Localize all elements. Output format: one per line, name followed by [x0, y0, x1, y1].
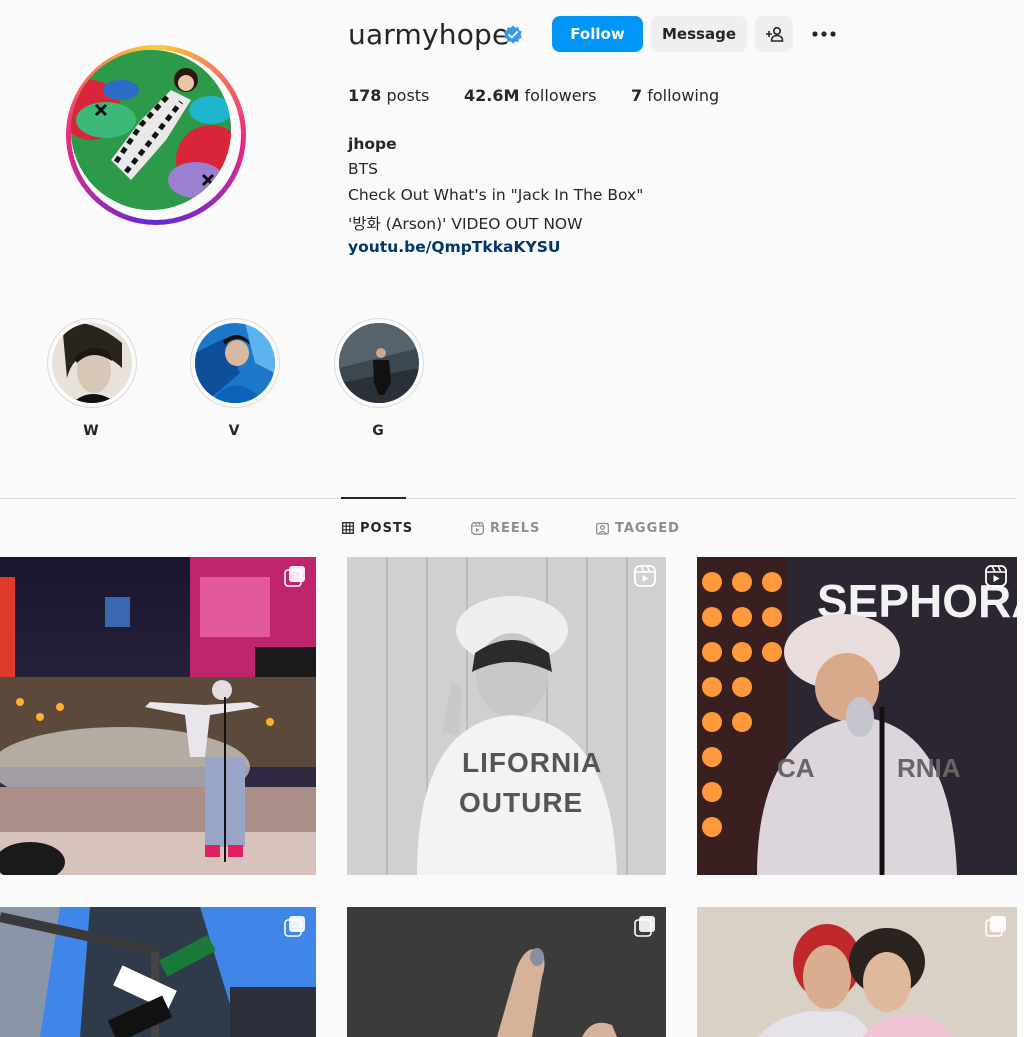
- followers-link[interactable]: 42.6M followers: [464, 86, 596, 105]
- active-tab-indicator: [341, 497, 406, 499]
- tabs-divider: [0, 498, 1017, 499]
- highlight-g[interactable]: [334, 318, 424, 408]
- tagged-icon: [596, 522, 609, 535]
- svg-text:RNIA: RNIA: [897, 753, 961, 783]
- posts-count: 178 posts: [348, 86, 430, 105]
- following-link[interactable]: 7 following: [631, 86, 719, 105]
- reels-icon: [471, 521, 484, 535]
- follow-button[interactable]: Follow: [552, 16, 643, 52]
- post-thumbnail[interactable]: [697, 907, 1017, 1037]
- add-person-icon: [766, 26, 784, 42]
- profile-avatar[interactable]: [66, 45, 246, 225]
- highlight-label: V: [228, 423, 240, 439]
- message-button[interactable]: Message: [651, 16, 747, 52]
- bio-line: Check Out What's in "Jack In The Box": [348, 186, 644, 204]
- bio-line: '방화 (Arson)' VIDEO OUT NOW: [348, 215, 583, 233]
- highlight-v[interactable]: [190, 318, 280, 408]
- bio-link[interactable]: youtu.be/QmpTkkaKYSU: [348, 238, 560, 256]
- carousel-icon: [634, 916, 655, 937]
- suggested-users-button[interactable]: [755, 16, 793, 52]
- highlight-label: G: [372, 423, 384, 439]
- highlight-w[interactable]: [47, 318, 137, 408]
- post-thumbnail[interactable]: SEPHORA CA RNIA: [697, 557, 1017, 875]
- verified-badge-icon: [504, 25, 522, 44]
- post-thumbnail[interactable]: [0, 907, 316, 1037]
- highlight-label: W: [83, 423, 99, 439]
- more-options-button[interactable]: [803, 16, 845, 52]
- bio-line: BTS: [348, 160, 378, 178]
- reel-icon: [985, 565, 1007, 587]
- post-thumbnail[interactable]: LIFORNIA OUTURE: [347, 557, 666, 875]
- svg-text:LIFORNIA: LIFORNIA: [462, 747, 602, 778]
- reel-icon: [634, 565, 656, 587]
- svg-text:CA: CA: [777, 753, 815, 783]
- tab-tagged[interactable]: TAGGED: [596, 518, 680, 538]
- post-thumbnail[interactable]: [0, 557, 316, 875]
- tab-reels[interactable]: REELS: [471, 518, 540, 538]
- bio-name: jhope: [348, 135, 397, 153]
- carousel-icon: [284, 566, 305, 587]
- tab-posts[interactable]: POSTS: [342, 518, 413, 538]
- more-horizontal-icon: [812, 31, 836, 37]
- profile-username: uarmyhope: [348, 18, 510, 51]
- grid-icon: [342, 522, 354, 534]
- svg-text:OUTURE: OUTURE: [459, 787, 583, 818]
- carousel-icon: [284, 916, 305, 937]
- post-thumbnail[interactable]: [347, 907, 666, 1037]
- carousel-icon: [985, 916, 1006, 937]
